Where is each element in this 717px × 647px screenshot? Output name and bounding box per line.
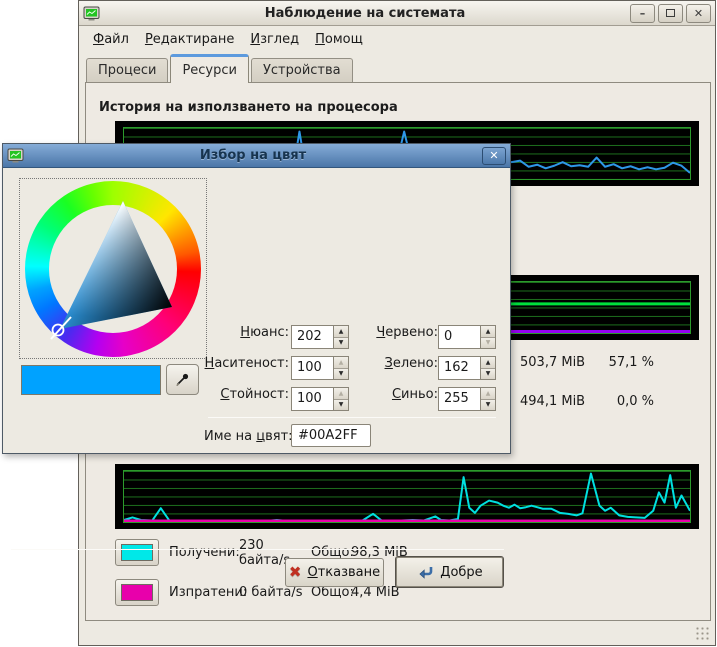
color-preview-swatch xyxy=(21,365,161,395)
window-title: Наблюдение на системата xyxy=(100,6,630,21)
sent-color-swatch xyxy=(121,584,153,601)
green-value[interactable]: 162 xyxy=(439,357,480,379)
sent-label: Изпратени: xyxy=(169,579,239,606)
memory-used-value: 503,7 MiB xyxy=(520,355,585,370)
color-name-input[interactable]: #00A2FF xyxy=(291,424,371,447)
eyedropper-icon xyxy=(174,371,191,388)
tab-devices[interactable]: Устройства xyxy=(251,58,353,83)
memory-usage-row: 503,7 MiB 57,1 % xyxy=(520,355,654,370)
statusbar xyxy=(80,621,714,644)
menu-help[interactable]: Помощ xyxy=(308,30,370,49)
cancel-button[interactable]: ✖ Отказване xyxy=(285,558,384,587)
green-spin-up-icon[interactable]: ▲ xyxy=(481,357,495,369)
blue-value[interactable]: 255 xyxy=(439,388,480,410)
tab-resources[interactable]: Ресурси xyxy=(170,54,249,83)
tabstrip: Процеси Ресурси Устройства xyxy=(86,55,355,83)
maximize-icon xyxy=(666,9,675,17)
ok-button[interactable]: Добре xyxy=(395,556,504,588)
green-spinbox[interactable]: 162 ▲▼ xyxy=(438,356,496,380)
red-spin-down-icon[interactable]: ▼ xyxy=(481,338,495,349)
blue-spinbox[interactable]: 255 ▲▼ xyxy=(438,387,496,411)
eyedropper-button[interactable] xyxy=(166,364,199,395)
menu-edit[interactable]: Редактиране xyxy=(138,30,241,49)
blue-spin-down-icon[interactable]: ▼ xyxy=(481,400,495,411)
fields-separator xyxy=(208,417,496,418)
menu-view[interactable]: Изглед xyxy=(243,30,306,49)
tab-processes[interactable]: Процеси xyxy=(86,58,168,83)
received-color-swatch xyxy=(121,544,153,561)
menu-file[interactable]: Файл xyxy=(86,30,136,49)
red-spin-up-icon[interactable]: ▲ xyxy=(481,326,495,338)
swap-used-value: 494,1 MiB xyxy=(520,394,585,409)
menubar: Файл Редактиране Изглед Помощ xyxy=(80,27,714,51)
main-titlebar[interactable]: Наблюдение на системата – ✕ xyxy=(79,1,715,26)
red-spinbox[interactable]: 0 ▲▼ xyxy=(438,325,496,349)
green-spin-down-icon[interactable]: ▼ xyxy=(481,369,495,380)
ok-label: Добре xyxy=(440,565,482,580)
maximize-button[interactable] xyxy=(658,4,683,23)
blue-label: Синьо: xyxy=(323,387,438,402)
green-label: Зелено: xyxy=(323,356,438,371)
blue-spin-up-icon[interactable]: ▲ xyxy=(481,388,495,400)
hue-label: Нюанс: xyxy=(63,325,289,340)
swap-usage-row: 494,1 MiB 0,0 % xyxy=(520,394,654,409)
close-button[interactable]: ✕ xyxy=(686,4,711,23)
color-name-label: Име на цвят: xyxy=(204,429,293,444)
cancel-label: Отказване xyxy=(307,565,380,580)
red-label: Червено: xyxy=(323,325,438,340)
dialog-titlebar[interactable]: Избор на цвят ✕ xyxy=(3,144,510,168)
cancel-x-icon: ✖ xyxy=(289,565,302,580)
resize-grip[interactable] xyxy=(695,626,710,641)
minimize-button[interactable]: – xyxy=(630,4,655,23)
red-value[interactable]: 0 xyxy=(439,326,480,348)
color-picker-dialog: Избор на цвят ✕ xyxy=(2,143,511,454)
dialog-close-button[interactable]: ✕ xyxy=(482,147,506,165)
received-color-button[interactable] xyxy=(115,539,159,566)
screen: Наблюдение на системата – ✕ Файл Редакти… xyxy=(0,0,717,647)
sent-color-button[interactable] xyxy=(115,579,159,606)
cpu-history-title: История на използването на процесора xyxy=(99,100,398,115)
swap-used-percent: 0,0 % xyxy=(617,394,654,409)
system-monitor-icon xyxy=(83,6,100,21)
buttons-separator xyxy=(11,549,504,550)
memory-used-percent: 57,1 % xyxy=(609,355,654,370)
dialog-icon xyxy=(7,148,24,163)
ok-enter-icon xyxy=(416,565,434,580)
received-label: Получени: xyxy=(169,539,239,566)
network-history-chart xyxy=(115,464,699,529)
dialog-title: Избор на цвят xyxy=(24,148,482,163)
series-received xyxy=(124,474,690,521)
